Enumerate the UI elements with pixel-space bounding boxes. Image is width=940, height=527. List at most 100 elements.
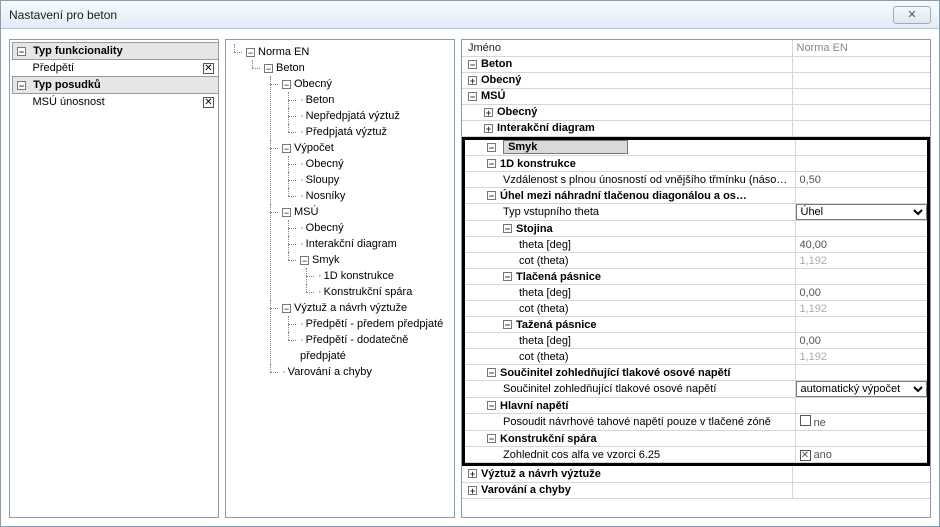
close-button[interactable]: ✕ [893, 6, 931, 24]
collapse-icon[interactable]: − [468, 60, 477, 69]
tree-item[interactable]: −Obecný ·Beton ·Nepředpjatá výztuž ·Před… [278, 76, 452, 140]
expand-icon[interactable]: + [484, 124, 493, 133]
select-coefficient[interactable]: automatický výpočet [796, 381, 928, 397]
tree-leaf[interactable]: ·Beton [296, 92, 452, 108]
tree-item[interactable]: −Výztuž a návrh výztuže ·Předpětí - před… [278, 300, 452, 364]
collapse-icon[interactable]: − [487, 159, 496, 168]
tree-leaf[interactable]: ·Konstrukční spára [314, 284, 452, 300]
collapse-icon[interactable]: − [17, 47, 26, 56]
prop-value[interactable]: 0,00 [795, 285, 927, 301]
titlebar: Nastavení pro beton ✕ [1, 1, 939, 29]
left-panel: − Typ funkcionality Předpětí − Typ posud… [9, 39, 219, 518]
expand-icon[interactable]: + [468, 486, 477, 495]
collapse-icon[interactable]: − [487, 434, 496, 443]
collapse-icon[interactable]: − [282, 80, 291, 89]
tree-leaf[interactable]: ·Varování a chyby [278, 364, 452, 380]
tree-item[interactable]: −MSÚ ·Obecný ·Interakční diagram −Smyk ·… [278, 204, 452, 300]
tree-item[interactable]: −Výpočet ·Obecný ·Sloupy ·Nosníky [278, 140, 452, 204]
prop-value-readonly: 1,192 [795, 349, 927, 365]
prop-label: theta [deg] [465, 285, 795, 301]
tree-leaf[interactable]: ·Nepředpjatá výztuž [296, 108, 452, 124]
prop-group[interactable]: Výztuž a návrh výztuže [481, 468, 601, 480]
left-item[interactable]: Předpětí [13, 60, 220, 77]
collapse-icon[interactable]: − [282, 208, 291, 217]
tree-leaf[interactable]: ·Interakční diagram [296, 236, 452, 252]
prop-group-selected[interactable]: Smyk [503, 140, 628, 154]
tree-leaf[interactable]: ·Předpětí - dodatečně předpjaté [296, 332, 452, 364]
collapse-icon[interactable]: − [503, 224, 512, 233]
prop-group[interactable]: Součinitel zohledňující tlakové osové na… [500, 367, 730, 379]
leaf-icon: · [300, 110, 304, 122]
prop-group[interactable]: Úhel mezi náhradní tlačenou diagonálou a… [500, 190, 747, 202]
tree-leaf[interactable]: ·Předpětí - předem předpjaté [296, 316, 452, 332]
prop-group[interactable]: Beton [481, 58, 512, 70]
prop-group[interactable]: Interakční diagram [497, 122, 595, 134]
leaf-icon: · [300, 334, 304, 346]
prop-group[interactable]: Tažená pásnice [516, 319, 597, 331]
highlighted-section: − Smyk −1D konstrukce Vzdálenost s plnou… [462, 137, 930, 467]
prop-group[interactable]: Obecný [481, 74, 521, 86]
prop-value[interactable]: 40,00 [795, 237, 927, 253]
checkbox-unchecked[interactable] [800, 415, 811, 426]
prop-group[interactable]: Obecný [497, 106, 537, 118]
checkbox-checked[interactable] [800, 450, 811, 461]
prop-value: ne [814, 417, 826, 429]
prop-group[interactable]: Stojina [516, 223, 553, 235]
checkbox-checked[interactable] [203, 63, 214, 74]
collapse-icon[interactable]: − [487, 401, 496, 410]
leaf-icon: · [300, 158, 304, 170]
collapse-icon[interactable]: − [17, 81, 26, 90]
prop-value: ano [814, 449, 832, 461]
tree-leaf[interactable]: ·Obecný [296, 220, 452, 236]
expand-icon[interactable]: + [468, 76, 477, 85]
collapse-icon[interactable]: − [300, 256, 309, 265]
collapse-icon[interactable]: − [246, 48, 255, 57]
expand-icon[interactable]: + [484, 108, 493, 117]
collapse-icon[interactable]: − [282, 304, 291, 313]
collapse-icon[interactable]: − [503, 272, 512, 281]
collapse-icon[interactable]: − [282, 144, 291, 153]
prop-group[interactable]: Konstrukční spára [500, 433, 597, 445]
tree-leaf[interactable]: ·Předpjatá výztuž [296, 124, 452, 140]
prop-value[interactable]: 0,00 [795, 333, 927, 349]
col-header-value: Norma EN [792, 40, 930, 56]
collapse-icon[interactable]: − [487, 368, 496, 377]
prop-group[interactable]: Varování a chyby [481, 484, 571, 496]
leaf-icon: · [318, 286, 322, 298]
collapse-icon[interactable]: − [487, 143, 496, 152]
leaf-icon: · [300, 94, 304, 106]
leaf-icon: · [300, 190, 304, 202]
tree-item[interactable]: −Beton −Obecný ·Beton ·Nepředpjatá výztu… [260, 60, 452, 380]
tree-item[interactable]: −Smyk ·1D konstrukce ·Konstrukční spára [296, 252, 452, 300]
left-item-label: Předpětí [13, 60, 198, 77]
prop-group[interactable]: Hlavní napětí [500, 400, 568, 412]
prop-group[interactable]: 1D konstrukce [500, 158, 576, 170]
prop-label: cot (theta) [465, 253, 795, 269]
collapse-icon[interactable]: − [468, 92, 477, 101]
settings-dialog: Nastavení pro beton ✕ − Typ funkcionalit… [0, 0, 940, 527]
collapse-icon[interactable]: − [487, 191, 496, 200]
left-item[interactable]: MSÚ únosnost [13, 94, 220, 111]
expand-icon[interactable]: + [468, 469, 477, 478]
tree-leaf[interactable]: ·Obecný [296, 156, 452, 172]
collapse-icon[interactable]: − [264, 64, 273, 73]
collapse-icon[interactable]: − [503, 320, 512, 329]
prop-label: Součinitel zohledňující tlakové osové na… [465, 381, 795, 398]
tree-leaf[interactable]: ·1D konstrukce [314, 268, 452, 284]
leaf-icon: · [300, 126, 304, 138]
leaf-icon: · [300, 174, 304, 186]
prop-group[interactable]: Tlačená pásnice [516, 271, 601, 283]
prop-label: cot (theta) [465, 301, 795, 317]
tree-root[interactable]: −Norma EN −Beton −Obecný ·Beton ·Nepředp… [242, 44, 452, 380]
col-header-name: Jméno [462, 40, 792, 56]
checkbox-checked[interactable] [203, 97, 214, 108]
prop-label: cot (theta) [465, 349, 795, 365]
prop-value[interactable]: 0,50 [795, 172, 927, 188]
tree-leaf[interactable]: ·Nosníky [296, 188, 452, 204]
section-header: Typ posudků [33, 79, 101, 91]
prop-value-readonly: 1,192 [795, 301, 927, 317]
prop-group[interactable]: MSÚ [481, 90, 505, 102]
select-theta-type[interactable]: Úhel [796, 204, 928, 220]
window-title: Nastavení pro beton [9, 8, 117, 22]
tree-leaf[interactable]: ·Sloupy [296, 172, 452, 188]
